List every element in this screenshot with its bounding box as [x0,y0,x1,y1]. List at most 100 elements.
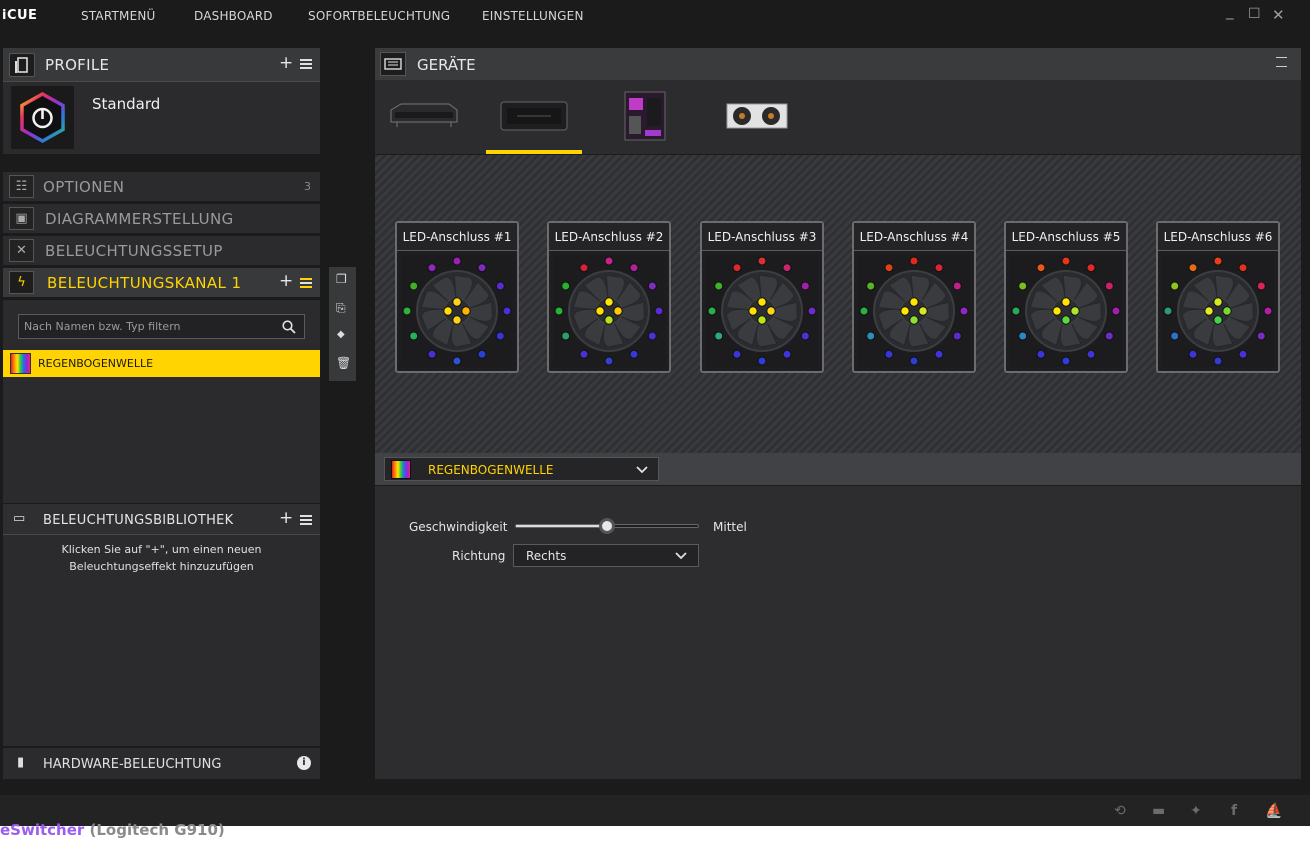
facebook-icon[interactable]: f [1231,803,1237,819]
move-icon[interactable]: ◆ [337,329,345,340]
chat-icon[interactable]: ▬ [1152,803,1165,819]
ring-led [714,331,724,341]
led-port-5[interactable]: LED-Anschluss #5 [1004,221,1128,373]
led-port-4-label: LED-Anschluss #4 [854,223,974,251]
search-icon[interactable] [282,320,296,334]
library-panel: Klicken Sie auf "+", um einen neuen Bele… [3,535,320,746]
led-port-5-fan [1010,255,1122,367]
profile-menu-icon[interactable] [300,59,312,69]
ring-led [909,356,919,366]
add-channel-effect-button[interactable]: + [279,271,293,291]
rainbow-effect-icon [10,353,31,374]
ring-led [1213,256,1223,266]
ring-led [1061,256,1071,266]
devices-menu-icon[interactable] [1276,57,1287,67]
ring-led [1256,281,1266,291]
device-gpu[interactable] [725,102,789,130]
hub-led [604,315,614,325]
diagram-icon: ▣ [9,207,34,230]
device-motherboard[interactable] [623,90,667,142]
profile-icon [9,53,35,77]
ring-led [452,356,462,366]
speed-value: Mittel [713,520,747,534]
filter-input[interactable]: Nach Namen bzw. Typ filtern [18,314,305,339]
ring-led [1086,263,1096,273]
close-button[interactable]: ✕ [1272,6,1285,24]
chevron-down-icon [636,466,648,474]
ring-led [782,263,792,273]
library-icon: ▭ [13,511,26,526]
led-port-1-fan [401,255,513,367]
setup-row[interactable]: ✕ BELEUCHTUNGSSETUP [3,236,320,266]
setup-label: BELEUCHTUNGSSETUP [45,242,223,260]
direction-select[interactable]: Rechts [513,544,699,567]
ring-led [757,256,767,266]
ring-led [604,356,614,366]
copy-icon[interactable]: ❐ [336,272,347,286]
led-port-2-fan [553,255,665,367]
minimize-button[interactable]: _ [1226,2,1234,20]
nav-dashboard[interactable]: DASHBOARD [194,9,273,23]
ring-led [952,331,962,341]
led-port-1[interactable]: LED-Anschluss #1 [395,221,519,373]
ring-led [579,349,589,359]
hub-led [452,297,462,307]
device-lighting-node[interactable] [499,96,571,136]
paste-icon[interactable]: ⎘ [336,301,346,316]
nav-sofortbeleuchtung[interactable]: SOFORTBELEUCHTUNG [308,9,450,23]
add-profile-button[interactable]: + [279,53,293,73]
ring-led [1011,306,1021,316]
hub-led [595,306,605,316]
ring-led [1238,263,1248,273]
diagram-row[interactable]: ▣ DIAGRAMMERSTELLUNG [3,204,320,234]
info-icon[interactable]: i [297,756,311,770]
hub-led [1070,306,1080,316]
notification-24-icon[interactable]: ⟲ [1114,803,1126,819]
hardware-lighting-row[interactable]: ▮ HARDWARE-BELEUCHTUNG i [3,748,320,779]
led-port-2[interactable]: LED-Anschluss #2 [547,221,671,373]
title-bar: iCUE STARTMENÜ DASHBOARD SOFORTBELEUCHTU… [0,0,1310,32]
ring-led [647,331,657,341]
add-library-effect-button[interactable]: + [279,508,293,528]
ring-led [807,306,817,316]
led-port-4-fan [858,255,970,367]
ring-led [629,263,639,273]
hardware-icon: ▮ [17,755,25,770]
led-port-3[interactable]: LED-Anschluss #3 [700,221,824,373]
device-ram[interactable] [389,100,459,130]
icue-window: iCUE STARTMENÜ DASHBOARD SOFORTBELEUCHTU… [0,0,1310,826]
profile-item[interactable]: Standard [3,82,320,154]
effect-select-label: REGENBOGENWELLE [428,463,554,477]
ring-led [1111,306,1121,316]
channel-row[interactable]: ϟ BELEUCHTUNGSKANAL 1 + [3,268,320,298]
speed-slider[interactable] [515,518,699,534]
effect-list-item[interactable]: REGENBOGENWELLE [3,350,320,377]
ring-led [561,331,571,341]
filter-placeholder: Nach Namen bzw. Typ filtern [24,320,181,333]
rainbow-effect-icon [391,460,411,479]
corsair-sails-icon[interactable]: ⛵ [1265,803,1282,819]
direction-value: Rechts [526,549,567,563]
effect-select[interactable]: REGENBOGENWELLE [384,457,659,481]
diagram-label: DIAGRAMMERSTELLUNG [45,210,234,228]
channel-menu-icon[interactable] [300,278,312,288]
trash-icon[interactable]: 🗑 [336,356,351,370]
hub-led [613,306,623,316]
speed-slider-thumb[interactable] [599,518,615,534]
library-menu-icon[interactable] [300,515,312,525]
hub-led [452,315,462,325]
ring-led [1018,281,1028,291]
nav-startmenu[interactable]: STARTMENÜ [81,9,156,23]
nav-einstellungen[interactable]: EINSTELLUNGEN [482,9,584,23]
led-port-6[interactable]: LED-Anschluss #6 [1156,221,1280,373]
ring-led [952,281,962,291]
ring-led [782,349,792,359]
led-port-4[interactable]: LED-Anschluss #4 [852,221,976,373]
maximize-button[interactable]: ☐ [1248,6,1261,22]
ring-led [1018,331,1028,341]
ring-led [1061,356,1071,366]
options-row[interactable]: ☷ OPTIONEN 3 [3,172,320,202]
effect-list-panel: Nach Namen bzw. Typ filtern REGENBOGENWE… [3,300,320,503]
twitter-icon[interactable]: ✦ [1190,803,1202,819]
ring-led [1188,263,1198,273]
